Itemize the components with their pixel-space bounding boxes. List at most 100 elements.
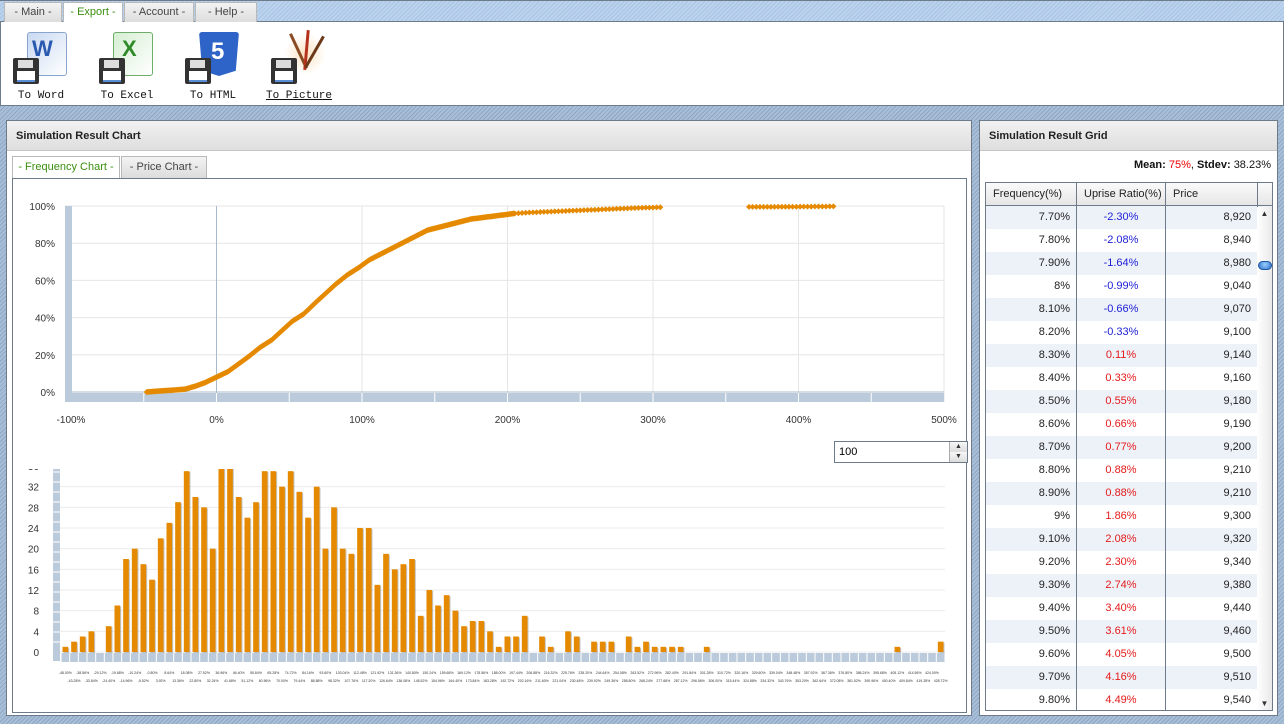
histogram-bar[interactable] [426,590,433,652]
histogram-bar[interactable] [261,471,268,652]
table-row[interactable]: 9.50% 3.61% 9,460 [986,620,1272,643]
histogram-bar[interactable] [131,548,138,652]
column-header-price[interactable]: Price [1166,183,1258,205]
histogram-bar[interactable] [495,646,502,652]
histogram-bar[interactable] [660,646,667,652]
histogram-bar[interactable] [625,636,632,653]
scroll-thumb[interactable] [1258,261,1272,270]
histogram-bar[interactable] [105,626,112,652]
histogram-bar[interactable] [365,528,372,652]
histogram-bar[interactable] [487,631,493,652]
table-row[interactable]: 9% 1.86% 9,300 [986,505,1272,528]
grid-scrollbar[interactable]: ▲ ▼ [1257,207,1272,710]
histogram-bar[interactable] [461,626,467,652]
table-row[interactable]: 8.70% 0.77% 9,200 [986,436,1272,459]
histogram-bar[interactable] [409,559,415,652]
table-row[interactable]: 8.10% -0.66% 9,070 [986,298,1272,321]
export-to-picture-button[interactable]: To Picture [259,29,339,106]
histogram-bar[interactable] [521,615,528,652]
histogram-bar[interactable] [599,641,606,652]
bins-input[interactable] [835,442,947,462]
histogram-bar[interactable] [253,502,259,652]
histogram-bar[interactable] [608,641,615,652]
histogram-bar[interactable] [435,605,441,653]
table-row[interactable]: 9.10% 2.08% 9,320 [986,528,1272,551]
histogram-bar[interactable] [513,636,519,653]
table-row[interactable]: 8.80% 0.88% 9,210 [986,459,1272,482]
histogram-bar[interactable] [547,646,554,652]
histogram-bar[interactable] [305,517,311,652]
histogram-bar[interactable] [218,469,225,652]
histogram-bar[interactable] [504,636,511,653]
histogram-bar[interactable] [209,548,216,652]
histogram-bar[interactable] [140,564,147,652]
histogram-bar[interactable] [322,548,329,652]
histogram-bar[interactable] [894,646,901,652]
histogram-bar[interactable] [400,564,407,652]
histogram-bar[interactable] [417,615,424,652]
histogram-bar[interactable] [157,538,164,652]
histogram-bar[interactable] [469,621,476,652]
table-row[interactable]: 9.80% 4.49% 9,540 [986,689,1272,710]
menu-tab-help[interactable]: - Help - [195,2,257,23]
table-row[interactable]: 8.20% -0.33% 9,100 [986,321,1272,344]
histogram-bar[interactable] [175,502,181,652]
table-row[interactable]: 9.30% 2.74% 9,380 [986,574,1272,597]
histogram-bar[interactable] [573,636,580,653]
export-to-html-button[interactable]: 5 To HTML [173,30,253,106]
histogram-bar[interactable] [270,471,277,652]
histogram-bar[interactable] [339,548,346,652]
table-row[interactable]: 9.70% 4.16% 9,510 [986,666,1272,689]
scroll-down-icon[interactable]: ▼ [1257,697,1272,710]
histogram-bar[interactable] [565,631,571,652]
histogram-bar[interactable] [123,559,129,652]
histogram-bar[interactable] [149,579,155,652]
table-row[interactable]: 8% -0.99% 9,040 [986,275,1272,298]
histogram-bar[interactable] [937,641,944,652]
export-to-excel-button[interactable]: X To Excel [87,30,167,106]
table-row[interactable]: 7.70% -2.30% 8,920 [986,206,1272,229]
histogram-bar[interactable] [669,646,675,652]
bins-spinner[interactable]: ▲ ▼ [834,441,968,463]
histogram-bar[interactable] [452,610,459,652]
histogram-bar[interactable] [244,517,251,652]
histogram-bar[interactable] [591,641,597,652]
histogram-bar[interactable] [296,491,303,652]
histogram-bar[interactable] [114,605,121,653]
histogram-bar[interactable] [166,522,173,652]
histogram-bar[interactable] [62,646,69,652]
histogram-bar[interactable] [651,646,658,652]
spinner-down-icon[interactable]: ▼ [949,452,967,462]
histogram-bar[interactable] [391,569,398,652]
histogram-bar[interactable] [643,641,649,652]
histogram-bar[interactable] [331,507,337,652]
histogram-bar[interactable] [374,584,381,652]
histogram-bar[interactable] [71,641,77,652]
scroll-up-icon[interactable]: ▲ [1257,207,1272,221]
spinner-up-icon[interactable]: ▲ [949,442,967,452]
table-row[interactable]: 9.20% 2.30% 9,340 [986,551,1272,574]
table-row[interactable]: 7.90% -1.64% 8,980 [986,252,1272,275]
histogram-bar[interactable] [313,486,320,652]
table-row[interactable]: 9.60% 4.05% 9,500 [986,643,1272,666]
column-header-uprise-ratio[interactable]: Uprise Ratio(%) [1077,183,1166,205]
histogram-bar[interactable] [235,497,242,652]
histogram-bar[interactable] [539,636,545,653]
tab-price-chart[interactable]: - Price Chart - [121,156,207,178]
menu-tab-main[interactable]: - Main - [4,2,62,23]
histogram-bar[interactable] [287,471,294,652]
menu-tab-account[interactable]: - Account - [124,2,194,23]
table-row[interactable]: 8.50% 0.55% 9,180 [986,390,1272,413]
histogram-bar[interactable] [201,507,207,652]
histogram-bar[interactable] [279,486,285,652]
histogram-bar[interactable] [192,497,199,652]
histogram-bar[interactable] [677,646,684,652]
histogram-bar[interactable] [634,646,641,652]
histogram-bar[interactable] [183,471,190,652]
table-row[interactable]: 8.30% 0.11% 9,140 [986,344,1272,367]
histogram-bar[interactable] [79,636,86,653]
table-row[interactable]: 8.60% 0.66% 9,190 [986,413,1272,436]
table-row[interactable]: 8.40% 0.33% 9,160 [986,367,1272,390]
menu-tab-export[interactable]: - Export - [63,2,123,24]
histogram-bar[interactable] [703,646,710,652]
